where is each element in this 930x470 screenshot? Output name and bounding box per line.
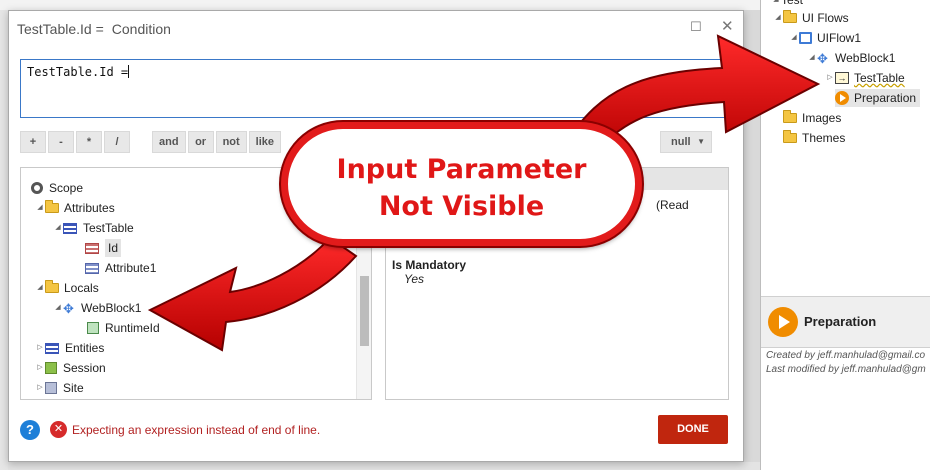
not-button[interactable]: not [215, 131, 247, 153]
maximize-icon[interactable]: ☐ [690, 19, 702, 35]
error-icon: ✕ [50, 421, 67, 438]
folder-icon [783, 10, 797, 23]
plus-button[interactable]: + [20, 131, 46, 153]
annotation-callout: Input Parameter Not Visible [281, 122, 642, 246]
preparation-icon [768, 307, 798, 337]
null-dropdown[interactable]: null ▼ [660, 131, 712, 153]
close-icon[interactable]: ✕ [721, 17, 734, 35]
scope-item-runtimeid[interactable]: RuntimeId [87, 319, 160, 337]
chevron-down-icon[interactable]: ◢ [789, 29, 799, 47]
session-icon [45, 362, 57, 374]
scope-item-attribute1[interactable]: Attribute1 [85, 259, 156, 277]
scope-item-site[interactable]: ▷ Site [35, 379, 83, 397]
ui-flow-icon [799, 32, 812, 44]
chevron-down-icon[interactable]: ◢ [35, 279, 45, 297]
web-block-icon: ✥ [63, 300, 74, 316]
chevron-down-icon[interactable]: ◢ [807, 49, 817, 67]
web-block-icon: ✥ [817, 50, 828, 66]
folder-icon [783, 110, 797, 123]
scope-item-entities[interactable]: ▷ Entities [35, 339, 104, 357]
callout-line-2: Not Visible [378, 191, 545, 222]
tree-item-test[interactable]: ◢ Test [771, 0, 803, 9]
tree-item-uiflow1[interactable]: ◢ UIFlow1 [789, 29, 861, 47]
chevron-down-icon[interactable]: ◢ [773, 9, 783, 27]
tree-item-preparation[interactable]: Preparation [835, 89, 921, 107]
scope-icon [31, 182, 43, 194]
tree-item-webblock1[interactable]: ◢ ✥ WebBlock1 [807, 49, 895, 67]
background-left-strip [0, 10, 8, 470]
scope-item-id[interactable]: Id [85, 239, 122, 257]
callout-line-1: Input Parameter [336, 154, 587, 185]
help-icon[interactable]: ? [20, 420, 40, 440]
modified-by-text: Last modified by jeff.manhulad@gm [766, 364, 926, 375]
is-mandatory-label: Is Mandatory [392, 258, 467, 272]
dialog-title: TestTable.Id = Condition [17, 21, 171, 37]
chevron-right-icon[interactable]: ▷ [35, 359, 45, 377]
expression-input[interactable]: TestTable.Id = [20, 59, 730, 118]
multiply-button[interactable]: * [76, 131, 102, 153]
folder-icon [45, 280, 59, 293]
chevron-down-icon[interactable]: ◢ [53, 299, 63, 317]
scrollbar-thumb[interactable] [360, 276, 369, 346]
error-message: Expecting an expression instead of end o… [72, 423, 321, 437]
chevron-right-icon[interactable]: ▷ [35, 379, 45, 397]
scope-item-testtable[interactable]: ◢ TestTable [53, 219, 133, 237]
text-caret [128, 65, 130, 78]
local-variable-icon [87, 322, 99, 334]
site-icon [45, 382, 57, 394]
or-button[interactable]: or [187, 131, 214, 153]
tree-item-testtable[interactable]: ▷ → TestTable [825, 69, 904, 87]
folder-icon [45, 200, 59, 213]
background-bottom-strip [8, 462, 760, 470]
tree-item-ui-flows[interactable]: ◢ UI Flows [773, 9, 849, 27]
scope-item-locals[interactable]: ◢ Locals [35, 279, 99, 297]
input-parameter-icon: → [835, 72, 849, 84]
background-toolbar [0, 0, 760, 10]
is-mandatory-value: Yes [404, 272, 425, 286]
done-button[interactable]: DONE [658, 415, 728, 444]
divide-button[interactable]: / [104, 131, 130, 153]
scope-item-session[interactable]: ▷ Session [35, 359, 105, 377]
entity-icon [63, 222, 77, 234]
chevron-right-icon[interactable]: ▷ [35, 339, 45, 357]
like-button[interactable]: like [248, 131, 282, 153]
tree-item-themes[interactable]: Themes [783, 129, 845, 147]
attribute-icon [85, 262, 99, 274]
operator-toolbar: + - * / and or not like [20, 131, 283, 153]
identifier-attribute-icon [85, 242, 99, 254]
details-read-text: (Read [656, 198, 689, 212]
entities-icon [45, 342, 59, 354]
chevron-down-icon: ▼ [697, 137, 705, 146]
chevron-down-icon[interactable]: ◢ [35, 199, 45, 217]
chevron-down-icon[interactable]: ◢ [771, 0, 781, 9]
tree-item-images[interactable]: Images [783, 109, 841, 127]
folder-icon [783, 130, 797, 143]
scope-root[interactable]: Scope [31, 179, 83, 197]
properties-header: Preparation [761, 296, 930, 348]
created-by-text: Created by jeff.manhulad@gmail.co [766, 350, 926, 361]
chevron-right-icon[interactable]: ▷ [825, 69, 835, 87]
preparation-icon [835, 91, 849, 105]
and-button[interactable]: and [152, 131, 186, 153]
chevron-down-icon[interactable]: ◢ [53, 219, 63, 237]
scope-item-attributes[interactable]: ◢ Attributes [35, 199, 115, 217]
module-tree-panel: ◢ Test ◢ UI Flows ◢ UIFlow1 ◢ ✥ WebBlock… [760, 0, 930, 470]
minus-button[interactable]: - [48, 131, 74, 153]
scope-item-webblock1[interactable]: ◢ ✥ WebBlock1 [53, 299, 141, 317]
